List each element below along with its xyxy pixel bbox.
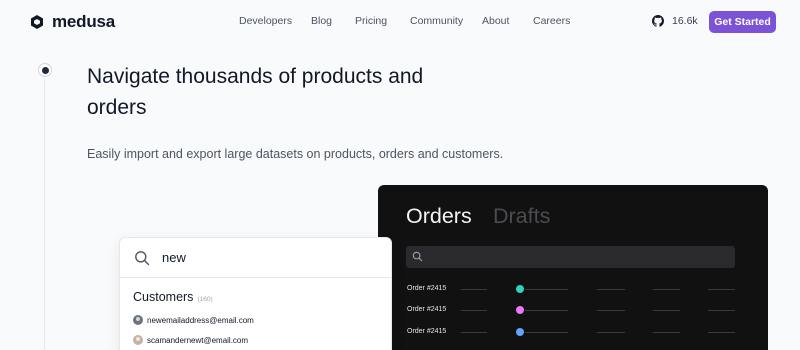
- customers-label: Customers: [133, 290, 194, 304]
- customer-result[interactable]: scamandernewt@email.com: [133, 335, 248, 345]
- nav-links: Developers Blog Pricing Community About …: [239, 15, 593, 27]
- placeholder-cell: [653, 310, 680, 311]
- orders-panel: Orders Drafts Order #2415 Order #2415 Or…: [378, 185, 768, 350]
- placeholder-cell: [708, 289, 735, 290]
- nav-link-blog[interactable]: Blog: [311, 15, 355, 27]
- github-star-count: 16.6k: [672, 15, 698, 27]
- page-headline: Navigate thousands of products and order…: [87, 61, 507, 123]
- brand-name: medusa: [52, 12, 116, 31]
- orders-search-input[interactable]: [406, 246, 735, 268]
- order-number: Order #2415: [407, 285, 447, 292]
- nav-link-careers[interactable]: Careers: [533, 15, 593, 27]
- placeholder-cell: [525, 289, 568, 290]
- placeholder-cell: [525, 332, 568, 333]
- top-nav: medusa Developers Blog Pricing Community…: [0, 0, 800, 44]
- customer-result[interactable]: newemailaddress@email.com: [133, 315, 254, 325]
- customer-email: newemailaddress@email.com: [147, 315, 254, 325]
- nav-link-about[interactable]: About: [482, 15, 533, 27]
- placeholder-cell: [653, 332, 680, 333]
- customer-search-input[interactable]: new: [120, 238, 391, 278]
- nav-link-developers[interactable]: Developers: [239, 15, 311, 27]
- order-number: Order #2415: [407, 328, 447, 335]
- order-row[interactable]: Order #2415: [407, 326, 737, 338]
- placeholder-cell: [597, 310, 625, 311]
- headline-line-1: Navigate thousands of products and: [87, 65, 424, 88]
- headline-line-2: orders: [87, 96, 147, 119]
- orders-tab[interactable]: Orders: [406, 204, 472, 229]
- placeholder-cell: [525, 310, 568, 311]
- customers-section-title: Customers (160): [133, 290, 213, 304]
- github-icon: [652, 15, 664, 27]
- placeholder-cell: [708, 332, 735, 333]
- avatar: [133, 315, 143, 325]
- placeholder-cell: [597, 332, 625, 333]
- placeholder-cell: [708, 310, 735, 311]
- customer-email: scamandernewt@email.com: [147, 335, 249, 345]
- placeholder-cell: [461, 332, 487, 333]
- order-row[interactable]: Order #2415: [407, 304, 737, 316]
- search-query: new: [162, 250, 186, 265]
- customer-search-card: new Customers (160) newemailaddress@email…: [119, 237, 392, 350]
- timeline-step-marker-dot: [41, 66, 49, 74]
- timeline-step-marker: [38, 63, 52, 77]
- nav-link-pricing[interactable]: Pricing: [355, 15, 410, 27]
- placeholder-cell: [653, 289, 680, 290]
- status-dot: [516, 306, 524, 314]
- search-icon: [135, 251, 150, 266]
- hexagon-logo-icon: [31, 15, 43, 29]
- avatar: [133, 335, 143, 345]
- order-row[interactable]: Order #2415: [407, 283, 737, 295]
- placeholder-cell: [461, 310, 487, 311]
- get-started-button[interactable]: Get Started: [709, 11, 776, 33]
- status-dot: [516, 285, 524, 293]
- placeholder-cell: [597, 289, 625, 290]
- order-number: Order #2415: [407, 306, 447, 313]
- placeholder-cell: [461, 289, 487, 290]
- customers-count: (160): [197, 296, 213, 303]
- search-icon: [412, 251, 423, 262]
- brand-logo[interactable]: medusa: [29, 12, 115, 32]
- timeline-line: [44, 78, 45, 350]
- hero-subtitle: Easily import and export large datasets …: [87, 147, 504, 161]
- drafts-tab[interactable]: Drafts: [493, 204, 550, 229]
- status-dot: [516, 328, 524, 336]
- github-stars-link[interactable]: 16.6k: [652, 15, 698, 27]
- nav-link-community[interactable]: Community: [410, 15, 482, 27]
